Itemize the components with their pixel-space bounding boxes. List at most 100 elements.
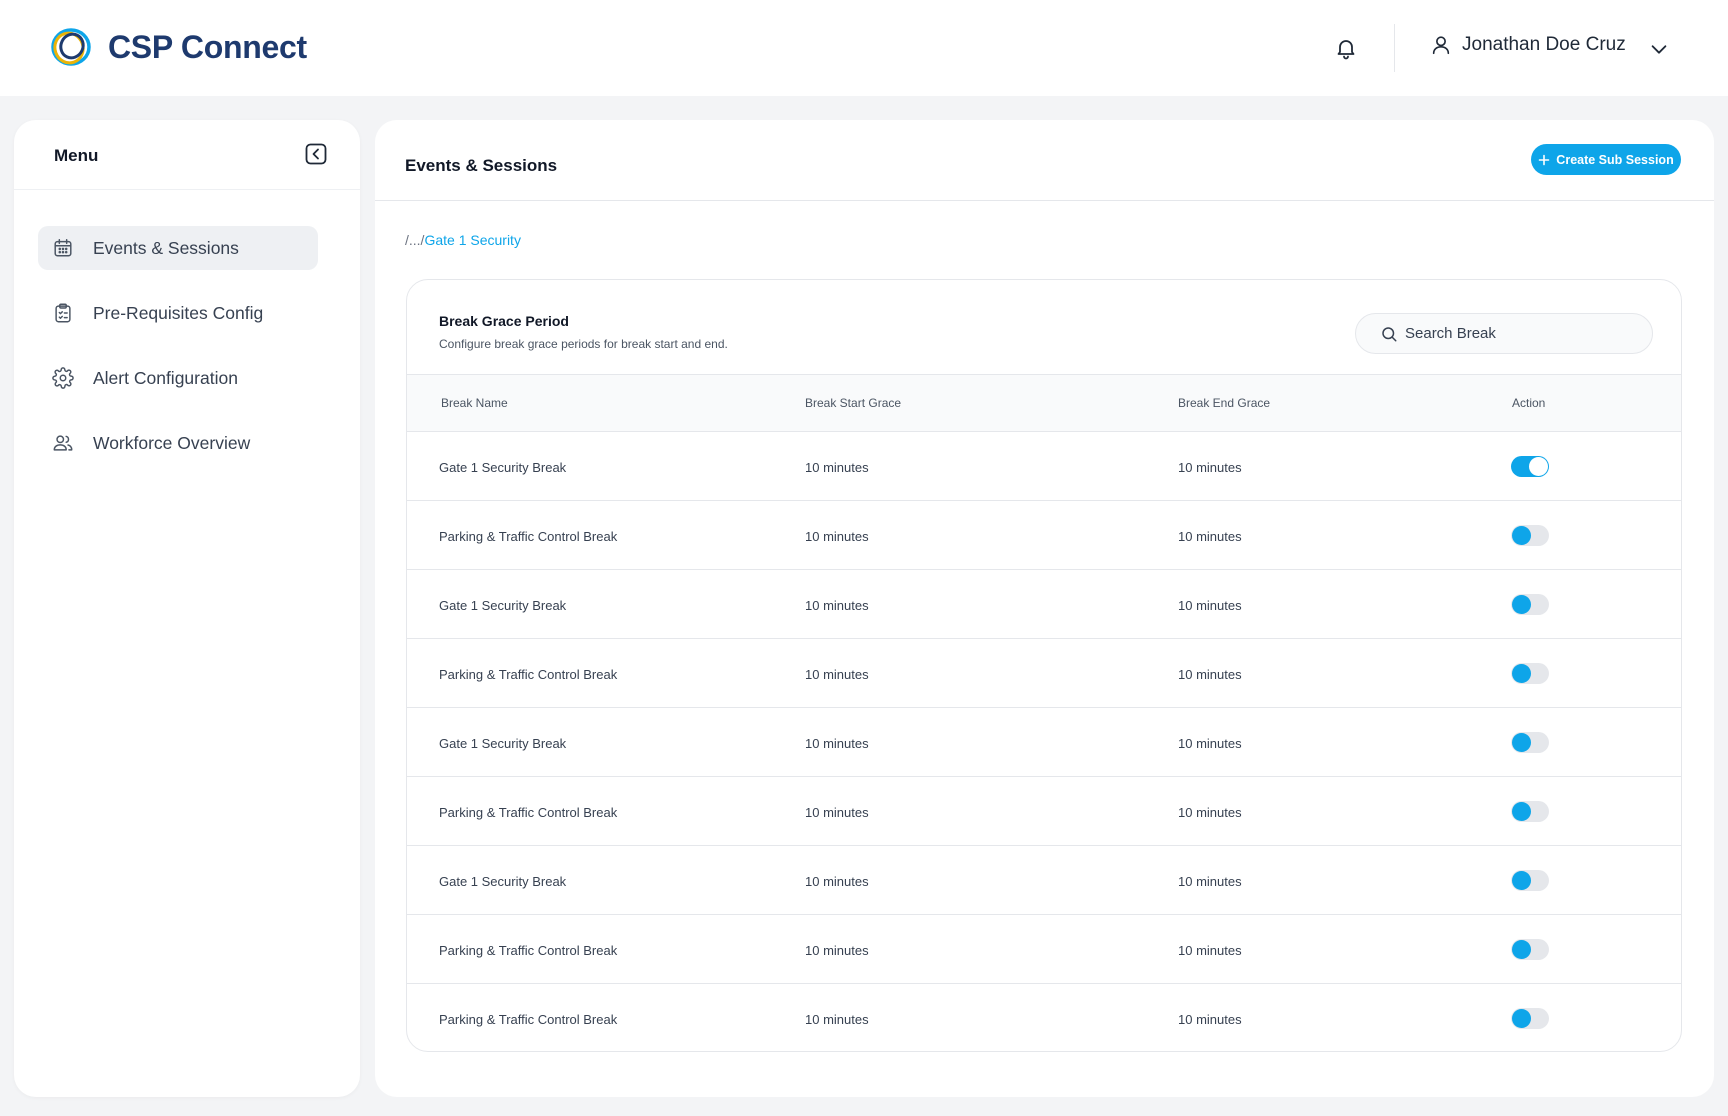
toggle-knob xyxy=(1512,1009,1531,1028)
break-end-grace-cell: 10 minutes xyxy=(1178,529,1242,544)
sidebar-item-workforce-overview[interactable]: Workforce Overview xyxy=(38,421,334,465)
toggle-knob xyxy=(1512,664,1531,683)
break-name-cell: Gate 1 Security Break xyxy=(439,874,567,889)
top-bar: CSP Connect Jonathan Doe Cruz xyxy=(0,0,1728,96)
table-row: Parking & Traffic Control Break 10 minut… xyxy=(407,777,1681,846)
enable-toggle[interactable] xyxy=(1511,870,1549,891)
app-name: CSP Connect xyxy=(108,29,307,66)
toggle-knob xyxy=(1512,733,1531,752)
enable-toggle[interactable] xyxy=(1511,939,1549,960)
break-start-grace-cell: 10 minutes xyxy=(805,805,869,820)
enable-toggle[interactable] xyxy=(1511,456,1549,477)
search-box[interactable] xyxy=(1355,313,1653,354)
sidebar-nav: Events & Sessions Pre-Requisites Config … xyxy=(14,190,360,465)
table-row: Parking & Traffic Control Break 10 minut… xyxy=(407,501,1681,570)
table-row: Gate 1 Security Break 10 minutes 10 minu… xyxy=(407,708,1681,777)
enable-toggle[interactable] xyxy=(1511,801,1549,822)
breadcrumb-ellipsis[interactable]: /.../ xyxy=(405,232,424,248)
column-header-action: Action xyxy=(1512,396,1546,410)
sidebar-item-label: Pre-Requisites Config xyxy=(93,302,264,323)
break-start-grace-cell: 10 minutes xyxy=(805,529,869,544)
break-end-grace-cell: 10 minutes xyxy=(1178,667,1242,682)
card-subtitle: Configure break grace periods for break … xyxy=(439,337,728,351)
header-divider xyxy=(1394,24,1395,72)
break-end-grace-cell: 10 minutes xyxy=(1178,1012,1242,1027)
breadcrumb: /.../Gate 1 Security xyxy=(405,232,521,248)
sidebar-item-events-sessions[interactable]: Events & Sessions xyxy=(38,226,318,270)
break-start-grace-cell: 10 minutes xyxy=(805,667,869,682)
calendar-icon xyxy=(54,239,72,257)
table-row: Gate 1 Security Break 10 minutes 10 minu… xyxy=(407,432,1681,501)
break-grace-card: Break Grace Period Configure break grace… xyxy=(406,279,1682,1052)
enable-toggle[interactable] xyxy=(1511,732,1549,753)
sidebar: Menu Events & Sessions Pre-Requisites Co… xyxy=(14,120,360,1097)
toggle-knob xyxy=(1512,802,1531,821)
column-header-break-start-grace: Break Start Grace xyxy=(805,396,902,410)
chevron-down-icon[interactable] xyxy=(1648,38,1670,60)
app-name-prefix: CSP xyxy=(108,28,173,65)
break-name-cell: Gate 1 Security Break xyxy=(439,598,567,613)
sidebar-title: Menu xyxy=(54,146,99,165)
break-name-cell: Parking & Traffic Control Break xyxy=(439,1012,618,1027)
sidebar-item-label: Alert Configuration xyxy=(93,367,238,388)
enable-toggle[interactable] xyxy=(1511,594,1549,615)
gear-icon xyxy=(52,367,74,389)
table-row: Parking & Traffic Control Break 10 minut… xyxy=(407,639,1681,708)
page-title: Events & Sessions xyxy=(405,156,558,175)
table-row: Parking & Traffic Control Break 10 minut… xyxy=(407,984,1681,1051)
user-icon xyxy=(1432,36,1450,55)
break-name-cell: Parking & Traffic Control Break xyxy=(439,667,618,682)
card-title: Break Grace Period xyxy=(439,313,569,329)
break-end-grace-cell: 10 minutes xyxy=(1178,943,1242,958)
create-sub-session-label: Create Sub Session xyxy=(1556,152,1674,167)
toggle-knob xyxy=(1529,457,1548,476)
clipboard-icon xyxy=(55,303,71,323)
break-start-grace-cell: 10 minutes xyxy=(805,1012,869,1027)
sidebar-item-label: Workforce Overview xyxy=(93,432,251,453)
column-header-break-name: Break Name xyxy=(441,396,508,410)
break-start-grace-cell: 10 minutes xyxy=(805,874,869,889)
toggle-knob xyxy=(1512,940,1531,959)
enable-toggle[interactable] xyxy=(1511,1008,1549,1029)
break-end-grace-cell: 10 minutes xyxy=(1178,598,1242,613)
break-name-cell: Parking & Traffic Control Break xyxy=(439,943,618,958)
search-icon xyxy=(1382,326,1397,341)
bell-icon[interactable] xyxy=(1334,36,1358,60)
breadcrumb-current[interactable]: Gate 1 Security xyxy=(424,232,521,248)
sidebar-header: Menu xyxy=(14,120,360,190)
break-end-grace-cell: 10 minutes xyxy=(1178,805,1242,820)
user-menu[interactable]: Jonathan Doe Cruz xyxy=(1430,34,1626,56)
users-icon xyxy=(53,435,73,451)
main-header: Events & Sessions Create Sub Session xyxy=(375,120,1714,201)
table-header: Break Name Break Start Grace Break End G… xyxy=(407,374,1681,432)
search-input[interactable] xyxy=(1405,325,1635,342)
break-name-cell: Parking & Traffic Control Break xyxy=(439,805,618,820)
toggle-knob xyxy=(1512,526,1531,545)
plus-icon xyxy=(1538,154,1550,165)
main-panel: Events & Sessions Create Sub Session /..… xyxy=(375,120,1714,1097)
sidebar-item-alert-configuration[interactable]: Alert Configuration xyxy=(38,356,334,400)
sidebar-item-pre-requisites[interactable]: Pre-Requisites Config xyxy=(38,291,334,335)
app-name-suffix: Connect xyxy=(180,28,307,65)
toggle-knob xyxy=(1512,871,1531,890)
break-end-grace-cell: 10 minutes xyxy=(1178,736,1242,751)
table-body: Gate 1 Security Break 10 minutes 10 minu… xyxy=(407,432,1681,1051)
enable-toggle[interactable] xyxy=(1511,663,1549,684)
break-name-cell: Gate 1 Security Break xyxy=(439,460,567,475)
collapse-sidebar-icon[interactable] xyxy=(304,142,328,166)
table-row: Parking & Traffic Control Break 10 minut… xyxy=(407,915,1681,984)
break-name-cell: Gate 1 Security Break xyxy=(439,736,567,751)
sidebar-item-label: Events & Sessions xyxy=(93,237,239,258)
enable-toggle[interactable] xyxy=(1511,525,1549,546)
break-end-grace-cell: 10 minutes xyxy=(1178,874,1242,889)
logo-icon xyxy=(51,28,91,66)
toggle-knob xyxy=(1512,595,1531,614)
break-start-grace-cell: 10 minutes xyxy=(805,736,869,751)
column-header-break-end-grace: Break End Grace xyxy=(1178,396,1271,410)
user-name: Jonathan Doe Cruz xyxy=(1462,34,1626,55)
break-start-grace-cell: 10 minutes xyxy=(805,598,869,613)
app-logo[interactable]: CSP Connect xyxy=(48,24,307,70)
table-row: Gate 1 Security Break 10 minutes 10 minu… xyxy=(407,570,1681,639)
break-start-grace-cell: 10 minutes xyxy=(805,460,869,475)
create-sub-session-button[interactable]: Create Sub Session xyxy=(1531,144,1681,175)
